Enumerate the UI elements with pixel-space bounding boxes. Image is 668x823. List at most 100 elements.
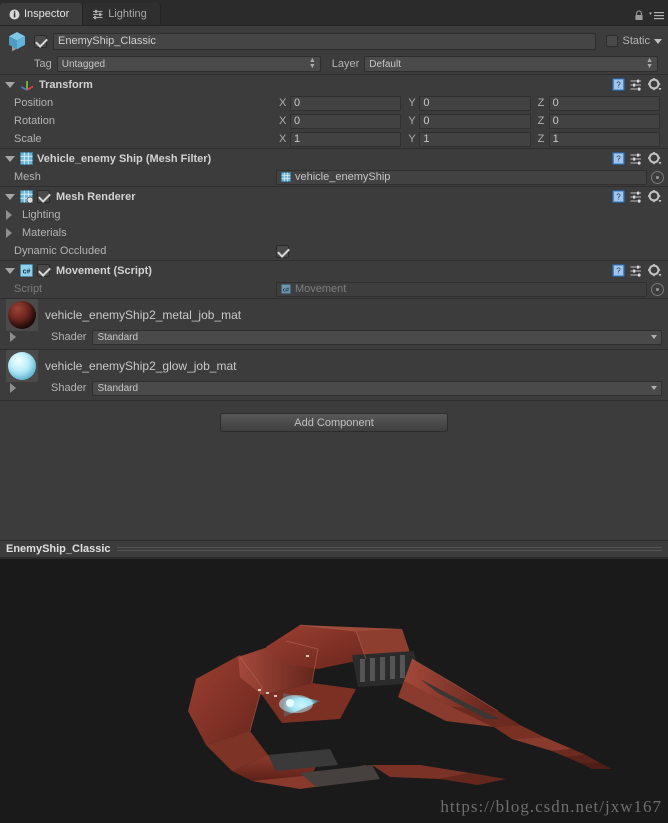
foldout-transform-icon[interactable] bbox=[5, 81, 15, 88]
preview-viewport[interactable]: https://blog.csdn.net/jxw167 bbox=[0, 558, 668, 823]
foldout-material-glow-icon[interactable] bbox=[10, 383, 16, 393]
hamburger-menu-icon[interactable] bbox=[649, 11, 664, 20]
script-object-picker-button[interactable] bbox=[651, 282, 664, 296]
svg-text:c#: c# bbox=[283, 287, 289, 293]
preset-sliders-icon[interactable] bbox=[630, 153, 643, 165]
rotation-y-field[interactable]: Y0 bbox=[405, 113, 534, 129]
gear-dropdown-icon[interactable] bbox=[648, 190, 662, 203]
position-x-value[interactable]: 0 bbox=[290, 95, 402, 111]
mesh-filter-icon bbox=[20, 152, 33, 165]
layer-stepper-icon: ▲ ▼ bbox=[646, 57, 653, 70]
gear-dropdown-icon[interactable] bbox=[648, 152, 662, 165]
preset-sliders-icon[interactable] bbox=[630, 265, 643, 277]
preview-header[interactable]: EnemyShip_Classic bbox=[0, 540, 668, 558]
help-book-icon[interactable]: ? bbox=[612, 78, 625, 91]
rotation-z-field[interactable]: Z0 bbox=[535, 113, 664, 129]
scale-y-field[interactable]: Y1 bbox=[405, 131, 534, 147]
foldout-material-metal-icon[interactable] bbox=[10, 332, 16, 342]
tab-inspector[interactable]: Inspector bbox=[0, 3, 84, 25]
shader-dropdown-metal[interactable]: Standard bbox=[92, 329, 662, 345]
mesh-renderer-enabled-checkbox[interactable] bbox=[37, 190, 50, 203]
materials-foldout-label: Materials bbox=[22, 227, 67, 239]
component-header-mesh-filter[interactable]: Vehicle_enemy Ship (Mesh Filter) ? bbox=[0, 149, 668, 168]
gameobject-enabled-checkbox[interactable] bbox=[34, 34, 47, 48]
foldout-lighting-icon[interactable] bbox=[6, 210, 12, 220]
mesh-renderer-icon bbox=[20, 190, 34, 204]
help-book-icon[interactable]: ? bbox=[612, 190, 625, 203]
foldout-mesh-renderer-icon[interactable] bbox=[5, 193, 15, 200]
shader-value-metal: Standard bbox=[97, 331, 139, 343]
material-block-glow: vehicle_enemyShip2_glow_job_mat Shader S… bbox=[0, 350, 668, 400]
lighting-settings-icon bbox=[92, 9, 104, 20]
rotation-z-value[interactable]: 0 bbox=[548, 113, 660, 129]
tag-stepper-icon: ▲ ▼ bbox=[308, 57, 316, 70]
static-toggle[interactable]: Static bbox=[602, 35, 662, 47]
axis-y-label: Y bbox=[408, 115, 416, 127]
foldout-mesh-filter-icon[interactable] bbox=[5, 155, 15, 162]
lock-icon[interactable] bbox=[634, 10, 644, 21]
mesh-renderer-lighting-foldout[interactable]: Lighting bbox=[0, 206, 668, 224]
component-header-transform[interactable]: Transform ? bbox=[0, 75, 668, 94]
scale-z-value[interactable]: 1 bbox=[548, 131, 660, 147]
component-header-movement-script[interactable]: c# Movement (Script) ? bbox=[0, 261, 668, 280]
tab-lighting[interactable]: Lighting bbox=[83, 3, 161, 25]
component-title-transform: Transform bbox=[39, 78, 93, 91]
position-y-value[interactable]: 0 bbox=[419, 95, 531, 111]
mesh-renderer-materials-foldout[interactable]: Materials bbox=[0, 224, 668, 242]
material-sphere-glow-icon bbox=[6, 350, 38, 382]
preset-sliders-icon[interactable] bbox=[630, 191, 643, 203]
gear-dropdown-icon[interactable] bbox=[648, 264, 662, 277]
dynamic-occluded-checkbox[interactable] bbox=[276, 244, 289, 258]
material-glow-shader-row: Shader Standard bbox=[4, 379, 664, 397]
material-glow-header: vehicle_enemyShip2_glow_job_mat bbox=[4, 350, 664, 382]
shader-dropdown-glow[interactable]: Standard bbox=[92, 380, 662, 396]
foldout-materials-icon[interactable] bbox=[6, 228, 12, 238]
scale-x-field[interactable]: X1 bbox=[276, 131, 405, 147]
mesh-value: vehicle_enemyShip bbox=[295, 171, 391, 183]
help-book-icon[interactable]: ? bbox=[612, 264, 625, 277]
layer-dropdown[interactable]: Default ▲ ▼ bbox=[364, 56, 658, 72]
preview-resize-grip[interactable] bbox=[116, 546, 663, 553]
tag-dropdown[interactable]: Untagged ▲ ▼ bbox=[56, 56, 321, 72]
scale-x-value[interactable]: 1 bbox=[290, 131, 402, 147]
axis-z-label: Z bbox=[537, 115, 545, 127]
scale-z-field[interactable]: Z1 bbox=[535, 131, 664, 147]
scale-vector3: X1 Y1 Z1 bbox=[276, 131, 664, 147]
component-header-mesh-renderer[interactable]: Mesh Renderer ? bbox=[0, 187, 668, 206]
transform-scale-row: Scale X1 Y1 Z1 bbox=[0, 130, 668, 148]
add-component-button[interactable]: Add Component bbox=[220, 413, 448, 432]
dynamic-occluded-row: Dynamic Occluded bbox=[0, 242, 668, 260]
preset-sliders-icon[interactable] bbox=[630, 79, 643, 91]
gameobject-cube-icon bbox=[6, 30, 28, 52]
inspector-body: EnemyShip_Classic Static Tag Untagged ▲ ▼… bbox=[0, 26, 668, 540]
movement-enabled-checkbox[interactable] bbox=[37, 264, 50, 277]
mesh-object-field[interactable]: vehicle_enemyShip bbox=[276, 169, 647, 185]
lighting-foldout-label: Lighting bbox=[22, 209, 61, 221]
position-z-value[interactable]: 0 bbox=[548, 95, 660, 111]
component-actions-transform: ? bbox=[612, 78, 664, 91]
svg-text:?: ? bbox=[616, 155, 621, 164]
shader-label-glow: Shader bbox=[51, 382, 87, 394]
rotation-y-value[interactable]: 0 bbox=[419, 113, 531, 129]
static-chevron-down-icon[interactable] bbox=[654, 38, 662, 44]
material-block-metal: vehicle_enemyShip2_metal_job_mat Shader … bbox=[0, 299, 668, 349]
component-actions-movement-script: ? bbox=[612, 264, 664, 277]
position-x-field[interactable]: X0 bbox=[276, 95, 405, 111]
static-checkbox[interactable] bbox=[606, 35, 619, 47]
rotation-x-value[interactable]: 0 bbox=[290, 113, 402, 129]
foldout-movement-icon[interactable] bbox=[5, 267, 15, 274]
transform-rotation-row: Rotation X0 Y0 Z0 bbox=[0, 112, 668, 130]
position-y-field[interactable]: Y0 bbox=[405, 95, 534, 111]
position-vector3: X0 Y0 Z0 bbox=[276, 95, 664, 111]
position-z-field[interactable]: Z0 bbox=[535, 95, 664, 111]
rotation-x-field[interactable]: X0 bbox=[276, 113, 405, 129]
scale-y-value[interactable]: 1 bbox=[419, 131, 531, 147]
mesh-object-picker-button[interactable] bbox=[651, 170, 664, 184]
mesh-label: Mesh bbox=[14, 171, 41, 183]
tab-bar: Inspector Lighting bbox=[0, 0, 668, 26]
svg-text:?: ? bbox=[616, 81, 621, 90]
gear-dropdown-icon[interactable] bbox=[648, 78, 662, 91]
component-title-mesh-filter: Vehicle_enemy Ship (Mesh Filter) bbox=[37, 152, 212, 165]
gameobject-name-input[interactable]: EnemyShip_Classic bbox=[53, 32, 597, 50]
help-book-icon[interactable]: ? bbox=[612, 152, 625, 165]
